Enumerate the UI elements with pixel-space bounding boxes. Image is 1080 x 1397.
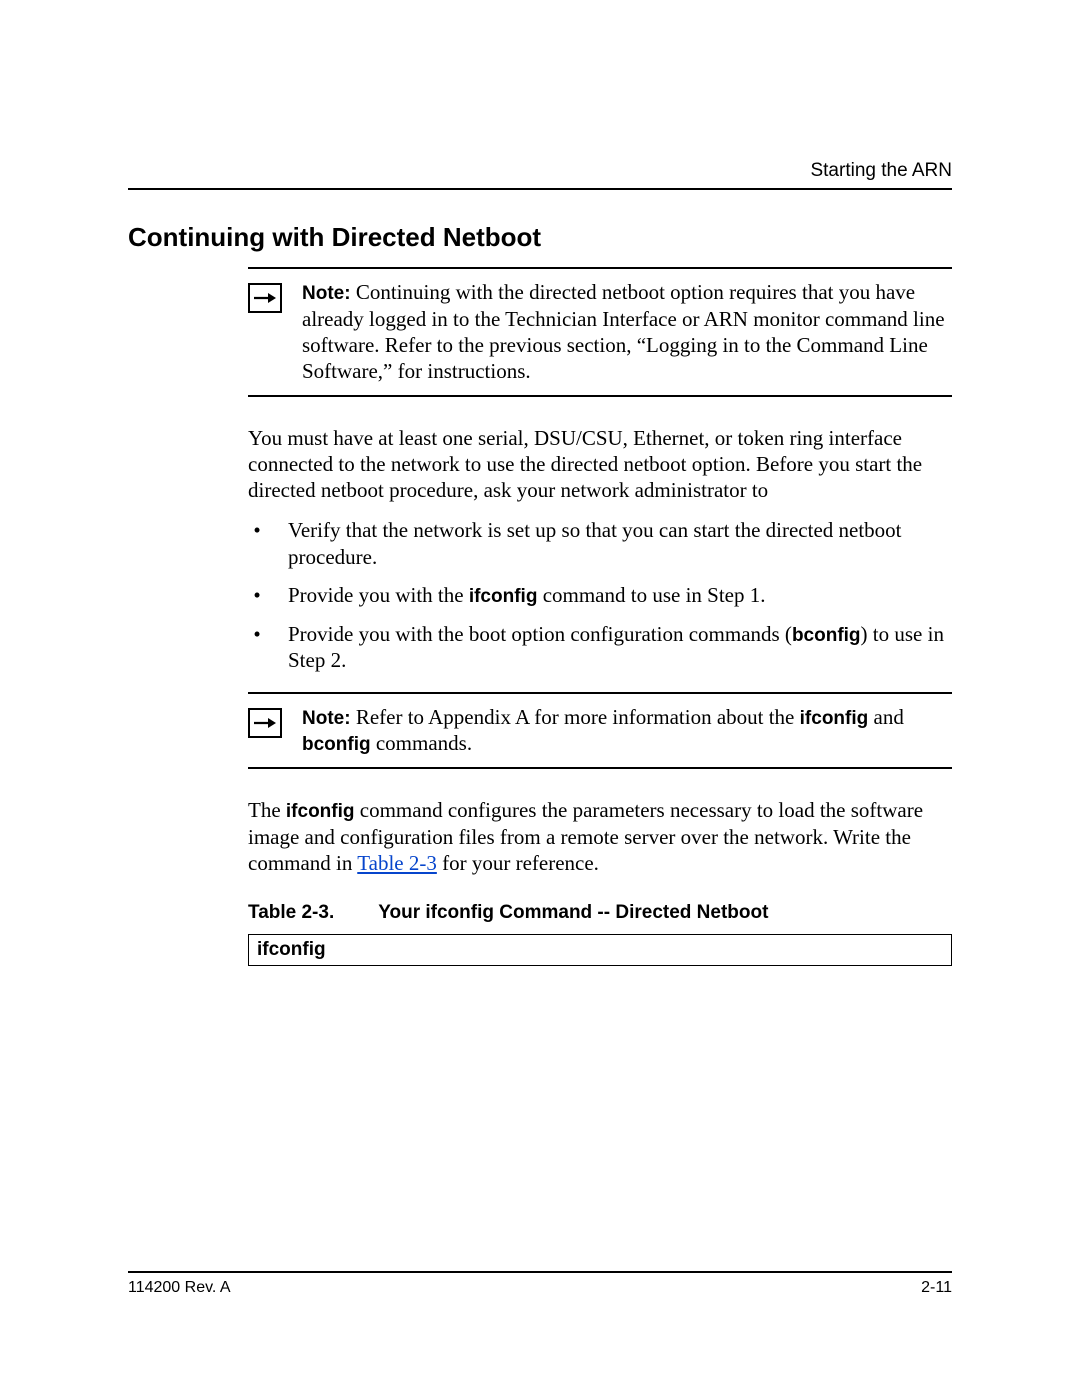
arrow-right-icon xyxy=(248,283,282,313)
bullet-list: • Verify that the network is set up so t… xyxy=(248,517,952,673)
bullet-icon: • xyxy=(248,621,266,674)
note2-bottom-rule xyxy=(248,767,952,769)
note-block: Note: Continuing with the directed netbo… xyxy=(248,269,952,395)
command-name: bconfig xyxy=(792,625,861,646)
section-heading: Continuing with Directed Netboot xyxy=(128,222,952,253)
body-paragraph: You must have at least one serial, DSU/C… xyxy=(248,425,952,504)
table-cell: ifconfig xyxy=(248,934,952,966)
command-name: ifconfig xyxy=(286,801,355,822)
footer-revision: 114200 Rev. A xyxy=(128,1279,231,1297)
footer-rule xyxy=(128,1271,952,1273)
note-text: Note: Refer to Appendix A for more infor… xyxy=(302,704,952,758)
note-label: Note: xyxy=(302,283,351,304)
list-item-text: Verify that the network is set up so tha… xyxy=(288,517,952,570)
command-name: ifconfig xyxy=(469,586,538,607)
content-block: Note: Continuing with the directed netbo… xyxy=(248,267,952,966)
header-rule xyxy=(128,188,952,190)
page-footer: 114200 Rev. A 2-11 xyxy=(128,1271,952,1297)
table-title: Your ifconfig Command -- Directed Netboo… xyxy=(378,902,768,924)
list-item: • Verify that the network is set up so t… xyxy=(248,517,952,570)
running-header: Starting the ARN xyxy=(128,160,952,182)
bullet-icon: • xyxy=(248,517,266,570)
command-name: bconfig xyxy=(302,734,371,755)
list-item-text: Provide you with the ifconfig command to… xyxy=(288,582,766,609)
list-item: • Provide you with the boot option confi… xyxy=(248,621,952,674)
note-bottom-rule xyxy=(248,395,952,397)
note-label: Note: xyxy=(302,708,351,729)
bullet-icon: • xyxy=(248,582,266,609)
note-content: Continuing with the directed netboot opt… xyxy=(302,280,945,383)
list-item: • Provide you with the ifconfig command … xyxy=(248,582,952,609)
page: Starting the ARN Continuing with Directe… xyxy=(0,0,1080,1397)
arrow-right-icon xyxy=(248,708,282,738)
table-reference-link[interactable]: Table 2-3 xyxy=(357,851,437,875)
command-name: ifconfig xyxy=(800,708,869,729)
list-item-text: Provide you with the boot option configu… xyxy=(288,621,952,674)
footer-page-number: 2-11 xyxy=(921,1279,952,1297)
note-block: Note: Refer to Appendix A for more infor… xyxy=(248,694,952,768)
table-number: Table 2-3. xyxy=(248,902,334,924)
note-text: Note: Continuing with the directed netbo… xyxy=(302,279,952,385)
table-caption: Table 2-3. Your ifconfig Command -- Dire… xyxy=(248,902,952,924)
body-paragraph: The ifconfig command configures the para… xyxy=(248,797,952,876)
